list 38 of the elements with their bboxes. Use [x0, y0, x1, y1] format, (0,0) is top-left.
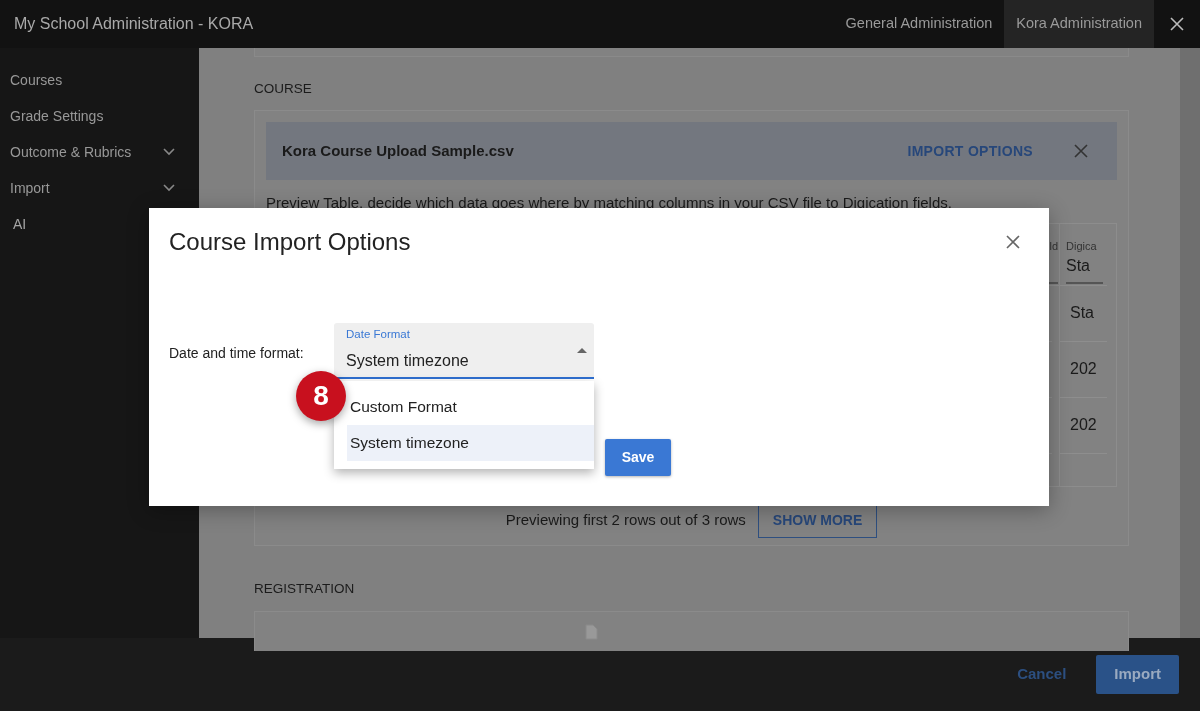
remove-file-button[interactable] [1073, 143, 1089, 160]
sidebar-label: Grade Settings [10, 106, 104, 126]
table-cell: Sta [1060, 285, 1107, 342]
sidebar-item[interactable]: Outcome & Rubrics [0, 134, 199, 170]
close-icon [1005, 234, 1021, 250]
floating-label: Date Format [346, 326, 411, 342]
menu-option[interactable]: Custom Format [347, 388, 594, 425]
sidebar-item[interactable]: Import [0, 170, 199, 206]
field-label: Date and time format: [169, 343, 305, 363]
sidebar-label: Import [10, 178, 50, 198]
section-heading: COURSE [254, 80, 313, 98]
sidebar-item[interactable]: Courses [0, 62, 199, 98]
scrollbar[interactable] [1180, 48, 1200, 638]
sidebar-item[interactable]: Grade Settings [0, 98, 199, 134]
sidebar-label: AI [13, 214, 27, 234]
modal-title: Course Import Options [169, 228, 411, 257]
close-icon [1169, 16, 1185, 32]
column-label: ld [1049, 238, 1058, 254]
file-name: Kora Course Upload Sample.csv [282, 141, 515, 161]
column-select[interactable]: Sta [1066, 254, 1103, 285]
sidebar-label: Outcome & Rubrics [10, 142, 132, 162]
import-button[interactable]: Import [1096, 655, 1179, 694]
column-label: Digica [1066, 238, 1098, 254]
date-format-select[interactable]: Date Format System timezone [334, 322, 594, 379]
save-button[interactable]: Save [605, 438, 671, 476]
menu-option[interactable]: System timezone [347, 424, 594, 461]
section-heading: REGISTRATION [254, 580, 356, 599]
preview-note: Previewing first 2 rows out of 3 rows [505, 510, 746, 530]
close-button[interactable] [1005, 234, 1021, 250]
nav-tab[interactable]: Kora Administration [1004, 0, 1154, 48]
table-cell: 202 [1060, 397, 1107, 454]
select-value: System timezone [346, 351, 470, 372]
table-cell: 202 [1060, 341, 1107, 398]
sidebar-label: Courses [10, 70, 63, 90]
close-icon [1073, 143, 1089, 160]
nav-tab[interactable]: General Administration [833, 0, 1005, 48]
app-title: My School Administration - KORA [13, 14, 255, 34]
caret-icon [577, 347, 587, 353]
